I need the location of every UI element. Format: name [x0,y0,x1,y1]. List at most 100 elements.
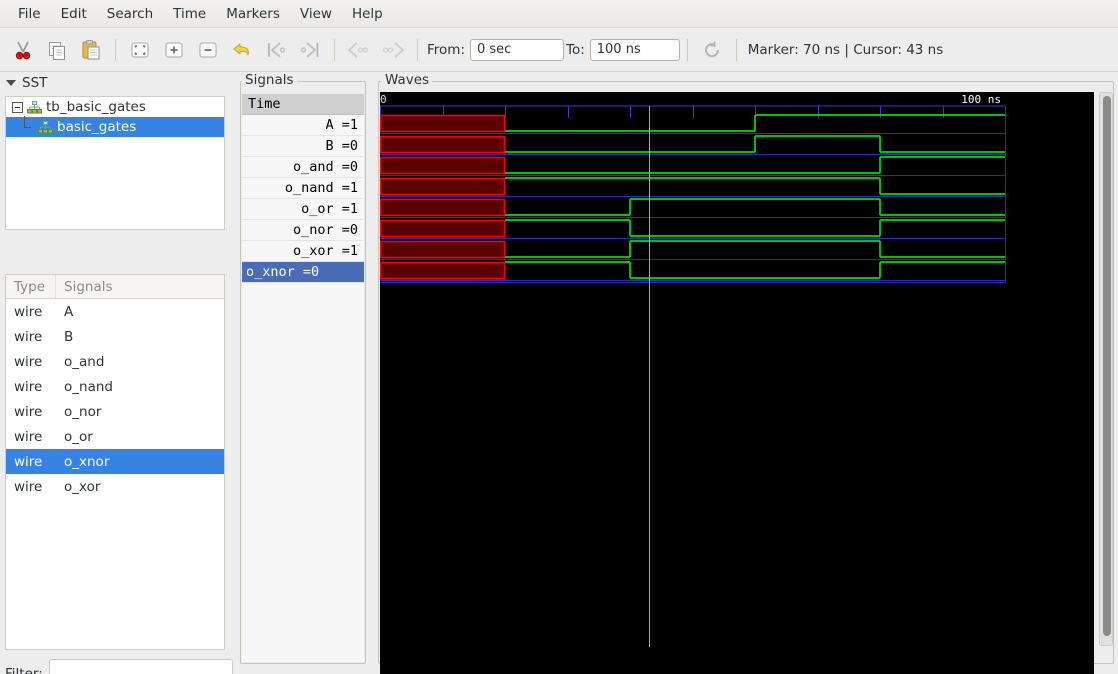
tree-elbow-icon [22,116,36,134]
zoom-undo-icon[interactable] [227,35,257,65]
cell-signal: o_or [64,428,93,445]
sst-title: SST [22,75,48,91]
to-input[interactable] [589,38,680,61]
tree-item-label: basic_gates [57,119,137,135]
tree-item-tb-basic-gates[interactable]: tb_basic_gates [6,97,224,117]
unknown-region [380,156,506,175]
cell-type: wire [14,328,43,345]
reload-icon[interactable] [697,35,727,65]
waveform-o_nor [380,219,1005,239]
signal-name-row-selected[interactable]: o_xnor =0 [242,262,364,283]
waves-legend: Waves [382,72,433,88]
table-row[interactable]: wire o_or [6,424,224,449]
toolbar-separator-3 [417,38,418,61]
signal-name-row[interactable]: B =0 [242,136,364,157]
signal-type-table[interactable]: Type Signals wire A wire B wire o_and wi… [5,274,225,650]
from-label: From: [427,41,465,58]
tree-item-basic-gates[interactable]: basic_gates [6,116,224,137]
table-row[interactable]: wire o_xor [6,474,224,499]
left-panel: SST tb_basic_gates basic_gates Type Sign… [0,72,233,674]
signals-legend: Signals [242,72,297,88]
paste-icon[interactable] [76,35,106,65]
module-icon [27,100,42,114]
column-header-signals: Signals [64,278,113,295]
table-row-selected[interactable]: wire o_xnor [6,449,224,474]
tree-item-label: tb_basic_gates [46,99,146,115]
cell-signal: o_nor [64,403,102,420]
time-start-label: 0 [380,93,387,106]
signal-name-row[interactable]: o_nand =1 [242,178,364,199]
unknown-region [380,135,506,154]
unknown-region [380,261,506,280]
cell-signal: o_xnor [64,453,110,470]
zoom-fit-icon[interactable] [125,35,155,65]
scrollbar-thumb[interactable] [1103,96,1111,636]
signal-name-row[interactable]: A =1 [242,115,364,136]
cell-signal: o_and [64,353,105,370]
copy-icon[interactable] [42,35,72,65]
signals-names-panel: Signals Time A =1 B =0 o_and =0 o_nand =… [238,72,374,674]
unknown-region [380,219,506,238]
toolbar-separator-1 [115,38,116,61]
menu-view[interactable]: View [290,2,342,26]
cell-type: wire [14,353,43,370]
table-row[interactable]: wire B [6,324,224,349]
menu-file[interactable]: File [8,2,51,26]
next-edge-icon[interactable] [378,35,408,65]
cut-icon[interactable] [8,35,38,65]
wave-canvas[interactable]: 0 100 ns [380,92,1094,674]
signal-name-row[interactable]: o_and =0 [242,157,364,178]
goto-end-icon[interactable] [295,35,325,65]
marker-cursor-status: Marker: 70 ns | Cursor: 43 ns [747,41,944,58]
unknown-region [380,240,506,259]
cell-type: wire [14,303,43,320]
from-input[interactable] [470,38,564,61]
unknown-region [380,198,506,217]
sst-header[interactable]: SST [6,75,47,91]
table-row[interactable]: wire o_nand [6,374,224,399]
prev-edge-icon[interactable] [344,35,374,65]
table-row[interactable]: wire o_and [6,349,224,374]
collapse-icon[interactable] [12,101,23,113]
toolbar-separator-5 [735,38,737,61]
menu-help[interactable]: Help [342,2,393,26]
signal-name-row[interactable]: o_xor =1 [242,241,364,262]
table-row[interactable]: wire o_nor [6,399,224,424]
signal-name-row[interactable]: o_nor =0 [242,220,364,241]
waveform-o_and [380,156,1005,176]
cell-type: wire [14,403,43,420]
gtkwave-window: File Edit Search Time Markers View Help [0,0,1118,674]
toolbar-separator-4 [686,38,688,61]
table-row[interactable]: wire A [6,299,224,324]
goto-start-icon[interactable] [261,35,291,65]
waveform-A [380,114,1005,134]
unknown-region [380,114,506,133]
signal-name-row[interactable]: o_or =1 [242,199,364,220]
menu-search[interactable]: Search [97,2,163,26]
menu-bar: File Edit Search Time Markers View Help [0,0,1118,28]
cell-type: wire [14,378,43,395]
cell-signal: o_xor [64,478,101,495]
waves-panel: Waves 0 100 ns [376,72,1118,674]
zoom-out-icon[interactable] [193,35,223,65]
filter-input[interactable] [48,659,233,674]
cell-signal: o_nand [64,378,113,395]
toolbar: From: To: Marker: 70 ns | Cursor: 43 ns [0,28,1118,72]
time-end-label: 100 ns [961,93,1001,106]
column-header-type: Type [6,275,56,298]
signal-name-list[interactable]: Time A =1 B =0 o_and =0 o_nand =1 o_or =… [242,94,364,662]
menu-edit[interactable]: Edit [51,2,97,26]
table-header: Type Signals [6,275,224,299]
toolbar-separator-2 [334,38,335,61]
waves-vertical-scrollbar[interactable] [1099,92,1113,646]
cell-type: wire [14,428,43,445]
menu-markers[interactable]: Markers [216,2,290,26]
waveform-o_xnor [380,261,1005,281]
to-label: To: [566,41,585,58]
menu-time[interactable]: Time [163,2,216,26]
zoom-in-icon[interactable] [159,35,189,65]
unknown-region [380,177,506,196]
time-header-row: Time [242,94,364,115]
sst-tree[interactable]: tb_basic_gates basic_gates [5,96,225,230]
cell-signal: A [64,303,74,320]
